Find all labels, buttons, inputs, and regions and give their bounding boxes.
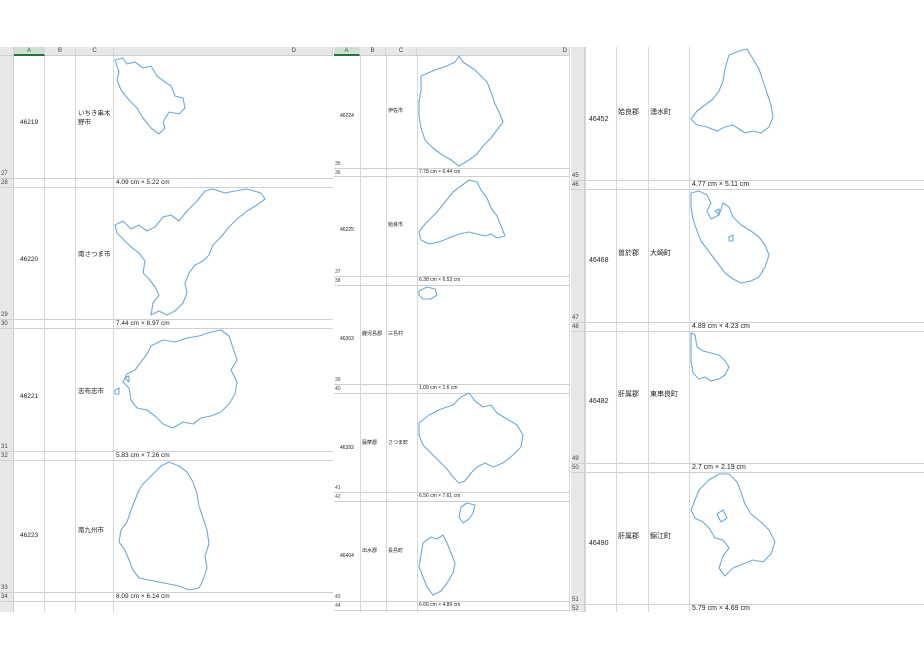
municipality-outline <box>418 392 524 484</box>
row-number: 33 <box>1 585 8 591</box>
row-number: 46 <box>572 182 579 188</box>
municipality-name: 湧水町 <box>650 109 671 116</box>
column-header-d[interactable]: D <box>417 47 570 56</box>
municipality-name: 伊佐市 <box>388 108 404 114</box>
row-number: 40 <box>335 386 341 392</box>
row-number: 51 <box>572 597 579 603</box>
district-name: 姶良郡 <box>618 109 639 116</box>
municipality-code: 46221 <box>20 393 39 400</box>
municipality-outline <box>114 57 186 135</box>
row-number: 37 <box>335 269 341 275</box>
dimension-label: 5.79 cm × 4.69 cm <box>692 605 750 612</box>
row-number: 47 <box>572 315 579 321</box>
municipality-outline <box>690 48 774 134</box>
municipality-code: 46303 <box>340 336 354 342</box>
row-number: 27 <box>1 171 8 177</box>
municipality-name: さつま町 <box>388 440 409 446</box>
dimension-label: 7.78 cm × 6.44 cm <box>419 169 461 175</box>
dimension-label: 6.56 cm × 7.61 cm <box>419 493 461 499</box>
municipality-name: 東串良町 <box>650 391 678 398</box>
municipality-code: 46224 <box>340 113 354 119</box>
column-header-c[interactable]: C <box>386 47 417 56</box>
dimension-label: 5.83 cm × 7.26 cm <box>116 452 170 459</box>
column-header-a[interactable]: A <box>334 47 360 56</box>
municipality-name: いちき串木野市 <box>78 110 111 126</box>
row-number: 28 <box>1 180 8 186</box>
column-header-b[interactable]: B <box>360 47 386 56</box>
municipality-code: 46220 <box>20 256 39 263</box>
municipality-name: 大崎町 <box>650 250 671 257</box>
row-number: 32 <box>1 453 8 459</box>
row-number: 49 <box>572 456 579 462</box>
municipality-outline <box>118 461 210 591</box>
district-name: 出水郡 <box>362 548 378 554</box>
municipality-name: 三島村 <box>388 331 404 337</box>
municipality-code: 46490 <box>589 540 609 547</box>
municipality-code: 46223 <box>20 532 39 539</box>
municipality-outline <box>690 473 776 577</box>
district-name: 肝属郡 <box>618 533 639 540</box>
district-name: 曽於郡 <box>618 250 639 257</box>
municipality-name: 南九州市 <box>78 527 104 534</box>
row-number: 43 <box>335 594 341 600</box>
row-header-strip <box>0 56 14 612</box>
municipality-code: 46219 <box>20 119 39 126</box>
district-name: 薩摩郡 <box>362 440 378 446</box>
row-number: 31 <box>1 444 8 450</box>
district-name: 鹿児島郡 <box>362 331 383 337</box>
dimension-label: 2.7 cm × 2.19 cm <box>692 464 746 471</box>
row-number: 48 <box>572 324 579 330</box>
municipality-name: 錦江町 <box>650 533 671 540</box>
municipality-outline <box>114 188 266 316</box>
municipality-outline <box>690 332 730 382</box>
row-number: 30 <box>1 321 8 327</box>
municipality-code: 46392 <box>340 445 354 451</box>
dimension-label: 6.66 cm × 4.89 cm <box>419 602 461 608</box>
dimension-label: 6.38 cm × 6.53 cm <box>419 277 461 283</box>
select-all-corner[interactable] <box>0 47 14 56</box>
row-number: 50 <box>572 465 579 471</box>
sheet-pane-middle: A B C D 35 36 46224 伊佐市 7.78 cm × 6.44 c… <box>334 47 570 612</box>
column-header-b[interactable]: B <box>45 47 76 56</box>
municipality-code: 46482 <box>589 398 609 405</box>
sheet-pane-right: 45 46 46452 姶良郡 湧水町 4.77 cm × 5.11 cm 47… <box>571 47 924 612</box>
dimension-label: 8.09 cm × 6.14 cm <box>116 593 170 600</box>
row-number: 35 <box>335 161 341 167</box>
municipality-name: 南さつま市 <box>78 251 111 258</box>
row-number: 34 <box>1 594 8 600</box>
municipality-outline <box>114 329 238 429</box>
row-number: 36 <box>335 170 341 176</box>
row-number: 41 <box>335 485 341 491</box>
dimension-label: 4.09 cm × 5.22 cm <box>116 179 170 186</box>
municipality-code: 46404 <box>340 553 354 559</box>
column-header-d[interactable]: D <box>114 47 333 56</box>
municipality-outline <box>418 179 506 245</box>
municipality-outline <box>418 286 438 300</box>
municipality-name: 長島町 <box>388 548 404 554</box>
column-header-a[interactable]: A <box>14 47 45 56</box>
row-number: 44 <box>335 603 341 609</box>
dimension-label: 1.09 cm × 1.6 cm <box>419 385 458 391</box>
sheet-pane-left: A B C D 27 28 46219 いちき串木野市 4.09 cm × 5.… <box>0 47 333 612</box>
municipality-name: 姶良市 <box>388 222 404 228</box>
dimension-label: 7.44 cm × 8.97 cm <box>116 320 170 327</box>
municipality-outline <box>690 190 770 284</box>
row-number: 42 <box>335 494 341 500</box>
row-number: 39 <box>335 377 341 383</box>
dimension-label: 4.89 cm × 4.23 cm <box>692 323 750 330</box>
municipality-code: 46225 <box>340 227 354 233</box>
municipality-outline <box>418 55 504 167</box>
row-number: 45 <box>572 173 579 179</box>
district-name: 肝属郡 <box>618 391 639 398</box>
row-number: 52 <box>572 606 579 612</box>
dimension-label: 4.77 cm × 5.11 cm <box>692 181 750 188</box>
municipality-code: 46452 <box>589 116 609 123</box>
column-header-c[interactable]: C <box>76 47 114 56</box>
row-number: 38 <box>335 278 341 284</box>
row-number: 29 <box>1 312 8 318</box>
municipality-code: 46468 <box>589 257 609 264</box>
municipality-outline <box>418 502 476 596</box>
municipality-name: 志布志市 <box>78 388 104 395</box>
